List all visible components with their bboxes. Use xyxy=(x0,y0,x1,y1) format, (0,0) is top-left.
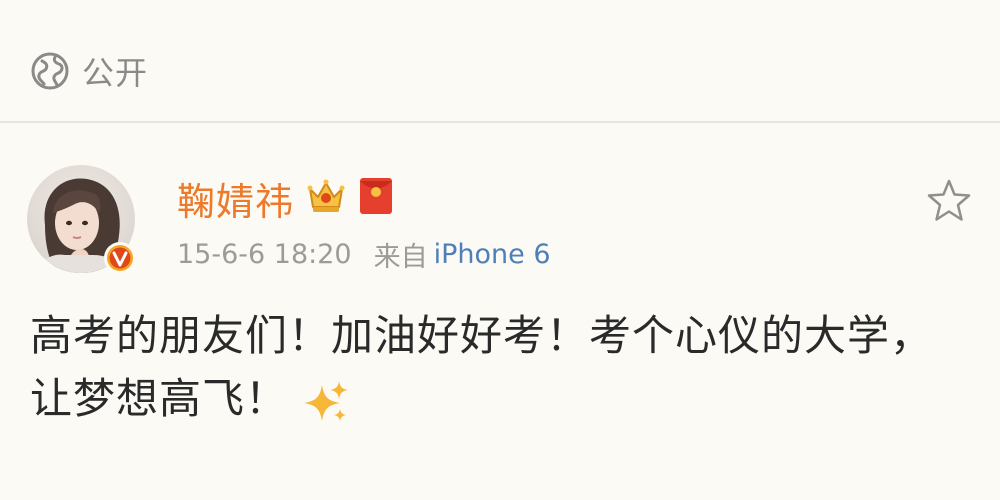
source-device-link[interactable]: iPhone 6 xyxy=(434,239,551,270)
globe-icon xyxy=(30,51,70,91)
verified-badge-icon xyxy=(103,241,137,275)
author-name-row: 鞠婧祎 xyxy=(177,172,394,224)
post-timestamp: 15-6-6 18:20 xyxy=(177,238,352,270)
crown-icon[interactable] xyxy=(306,177,346,219)
post-content: 高考的朋友们！加油好好考！考个心仪的大学，让梦想高飞！ xyxy=(30,304,975,444)
post-meta: 15-6-6 18:20 来自 iPhone 6 xyxy=(177,234,551,274)
divider xyxy=(0,121,1000,123)
post-text: 高考的朋友们！加油好好考！考个心仪的大学，让梦想高飞！ xyxy=(30,311,934,423)
author-name[interactable]: 鞠婧祎 xyxy=(177,171,294,226)
visibility-indicator[interactable]: 公开 xyxy=(30,50,148,92)
weibo-post-screen: 公开 鞠婧祎 15-6-6 18:20 来自 iPhone 6 高考的朋友们！加… xyxy=(0,0,1000,500)
source-prefix: 来自 xyxy=(373,241,428,273)
visibility-label: 公开 xyxy=(82,54,149,92)
red-envelope-icon[interactable] xyxy=(358,176,394,220)
sparkle-icon xyxy=(302,379,350,444)
star-icon[interactable] xyxy=(924,176,974,226)
author-avatar[interactable] xyxy=(27,165,137,275)
